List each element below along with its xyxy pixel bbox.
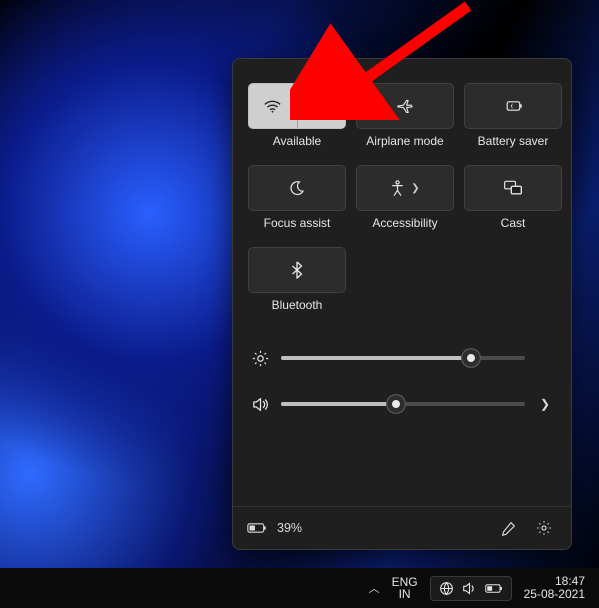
language-indicator[interactable]: ENG IN	[392, 576, 418, 600]
battery-percent-text: 39%	[277, 521, 302, 535]
chevron-right-icon: ❯	[315, 97, 328, 115]
volume-expand-button[interactable]: ❯	[537, 397, 553, 411]
panel-footer: 39%	[233, 506, 571, 549]
network-icon	[439, 581, 454, 596]
wifi-tile[interactable]: ❯	[248, 83, 346, 129]
system-tray[interactable]	[430, 576, 512, 601]
tray-overflow-button[interactable]: ︿	[369, 580, 380, 596]
wifi-expand-button[interactable]: ❯	[297, 84, 346, 128]
bluetooth-tile-label: Bluetooth	[272, 299, 323, 311]
airplane-icon	[396, 98, 414, 114]
battery-saver-icon	[503, 99, 523, 113]
cast-tile[interactable]	[464, 165, 562, 211]
battery-saver-tile-label: Battery saver	[478, 135, 549, 147]
bluetooth-icon	[291, 261, 303, 279]
brightness-slider[interactable]	[281, 356, 525, 360]
lang-line2: IN	[392, 588, 418, 600]
volume-tray-icon	[462, 582, 477, 595]
bluetooth-tile[interactable]	[248, 247, 346, 293]
brightness-row: ❯	[251, 335, 553, 381]
volume-icon	[251, 397, 269, 412]
sliders-section: ❯ ❯	[233, 325, 571, 427]
focus-assist-tile-label: Focus assist	[264, 217, 331, 229]
volume-slider[interactable]	[281, 402, 525, 406]
wifi-toggle[interactable]	[249, 84, 297, 128]
accessibility-tile-label: Accessibility	[372, 217, 437, 229]
settings-button[interactable]	[531, 515, 557, 541]
cast-icon	[503, 180, 523, 196]
airplane-mode-tile[interactable]	[356, 83, 454, 129]
battery-tray-icon	[485, 583, 503, 594]
wifi-icon	[264, 100, 281, 113]
quick-settings-panel: ❯ Available Airplane mode	[232, 58, 572, 550]
accessibility-icon	[390, 180, 405, 196]
battery-saver-tile[interactable]	[464, 83, 562, 129]
airplane-tile-label: Airplane mode	[366, 135, 443, 147]
battery-icon	[247, 522, 267, 534]
focus-assist-tile[interactable]	[248, 165, 346, 211]
taskbar: ︿ ENG IN 18:47 25-08-2021	[0, 568, 599, 608]
volume-row: ❯	[251, 381, 553, 427]
brightness-icon	[251, 350, 269, 367]
cast-tile-label: Cast	[501, 217, 526, 229]
wifi-tile-label: Available	[273, 135, 321, 147]
quick-settings-grid: ❯ Available Airplane mode	[233, 59, 571, 325]
accessibility-tile[interactable]: ❯	[356, 165, 454, 211]
clock[interactable]: 18:47 25-08-2021	[524, 575, 585, 601]
moon-icon	[289, 180, 305, 196]
clock-date: 25-08-2021	[524, 588, 585, 601]
edit-quick-settings-button[interactable]	[495, 515, 521, 541]
chevron-right-icon: ❯	[411, 183, 419, 194]
